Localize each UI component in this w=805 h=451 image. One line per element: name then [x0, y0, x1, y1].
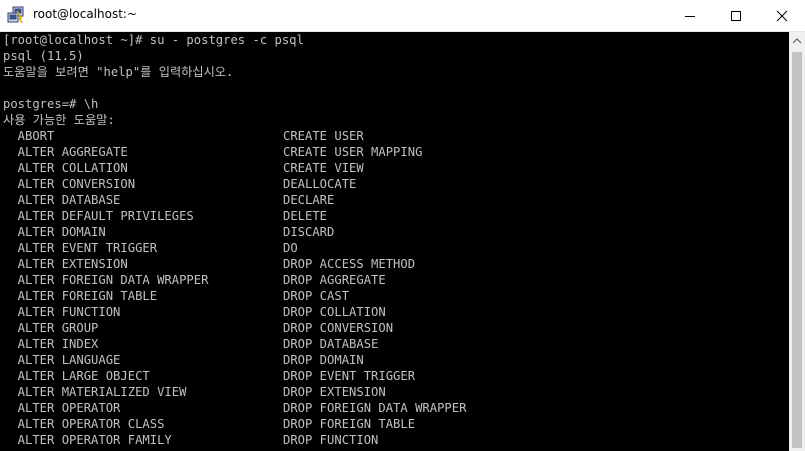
help-command-item: DEALLOCATE — [283, 177, 357, 191]
scroll-up-arrow-icon — [793, 37, 801, 43]
maximize-icon — [731, 10, 741, 21]
help-command-item: DROP FOREIGN TABLE — [283, 417, 416, 431]
help-command-item: ALTER COLLATION — [3, 161, 128, 175]
available-help-line: 사용 가능한 도움말: — [3, 113, 115, 127]
help-command-item: ALTER OPERATOR CLASS — [3, 417, 165, 431]
terminal-window: root@localhost:~ [root@localhost ~]# su … — [0, 0, 805, 451]
help-command-item: DROP AGGREGATE — [283, 273, 386, 287]
help-command-item: ALTER EXTENSION — [3, 257, 128, 271]
help-command-item: ALTER DATABASE — [3, 193, 121, 207]
help-command-item: ALTER DOMAIN — [3, 225, 106, 239]
title-bar[interactable]: root@localhost:~ — [0, 0, 805, 32]
help-command-item: ALTER INDEX — [3, 337, 99, 351]
prompt-line: postgres=# \h — [3, 97, 99, 111]
scroll-thumb[interactable] — [792, 52, 802, 448]
help-command-item: CREATE USER MAPPING — [283, 145, 423, 159]
help-command-item: DISCARD — [283, 225, 335, 239]
help-command-item: CREATE VIEW — [283, 161, 364, 175]
help-command-item: ALTER LANGUAGE — [3, 353, 121, 367]
vertical-scrollbar[interactable] — [789, 32, 805, 451]
help-command-item: DROP EXTENSION — [283, 385, 386, 399]
putty-icon — [7, 6, 24, 24]
window-title: root@localhost:~ — [33, 7, 138, 21]
help-command-item: DROP EVENT TRIGGER — [283, 369, 416, 383]
scroll-up-button[interactable] — [789, 32, 805, 49]
help-command-item: DO — [283, 241, 298, 255]
help-command-item: DROP COLLATION — [283, 305, 386, 319]
help-command-item: ALTER FOREIGN TABLE — [3, 289, 158, 303]
command-line: [root@localhost ~]# su - postgres -c psq… — [3, 33, 304, 47]
close-icon — [776, 10, 788, 21]
help-command-item: DROP CONVERSION — [283, 321, 394, 335]
help-command-item: ALTER FOREIGN DATA WRAPPER — [3, 273, 209, 287]
minimize-icon — [685, 15, 695, 17]
psql-version-line: psql (11.5) — [3, 49, 84, 63]
help-hint-line: 도움말을 보려면 "help"를 입력하십시오. — [3, 65, 234, 79]
help-command-item: DECLARE — [283, 193, 335, 207]
help-command-item: DROP ACCESS METHOD — [283, 257, 416, 271]
help-command-item: ALTER MATERIALIZED VIEW — [3, 385, 187, 399]
help-command-item: ALTER CONVERSION — [3, 177, 136, 191]
help-command-item: ALTER EVENT TRIGGER — [3, 241, 158, 255]
help-command-item: DROP CAST — [283, 289, 350, 303]
help-command-item: ALTER AGGREGATE — [3, 145, 128, 159]
close-button[interactable] — [759, 0, 805, 31]
help-command-item: DROP DOMAIN — [283, 353, 364, 367]
minimize-button[interactable] — [667, 0, 713, 31]
help-command-item: DELETE — [283, 209, 328, 223]
help-command-item: ALTER OPERATOR FAMILY — [3, 433, 172, 447]
help-command-item: DROP FUNCTION — [283, 433, 379, 447]
help-command-item: DROP DATABASE — [283, 337, 379, 351]
help-command-item: ALTER FUNCTION — [3, 305, 121, 319]
maximize-button[interactable] — [713, 0, 759, 31]
help-command-item: ALTER DEFAULT PRIVILEGES — [3, 209, 194, 223]
help-command-item: ALTER LARGE OBJECT — [3, 369, 150, 383]
help-command-item: DROP FOREIGN DATA WRAPPER — [283, 401, 467, 415]
terminal-output[interactable]: [root@localhost ~]# su - postgres -c psq… — [0, 32, 789, 451]
help-command-item: ABORT — [3, 129, 55, 143]
help-command-item: ALTER GROUP — [3, 321, 99, 335]
help-command-item: ALTER OPERATOR — [3, 401, 121, 415]
help-command-item: CREATE USER — [283, 129, 364, 143]
